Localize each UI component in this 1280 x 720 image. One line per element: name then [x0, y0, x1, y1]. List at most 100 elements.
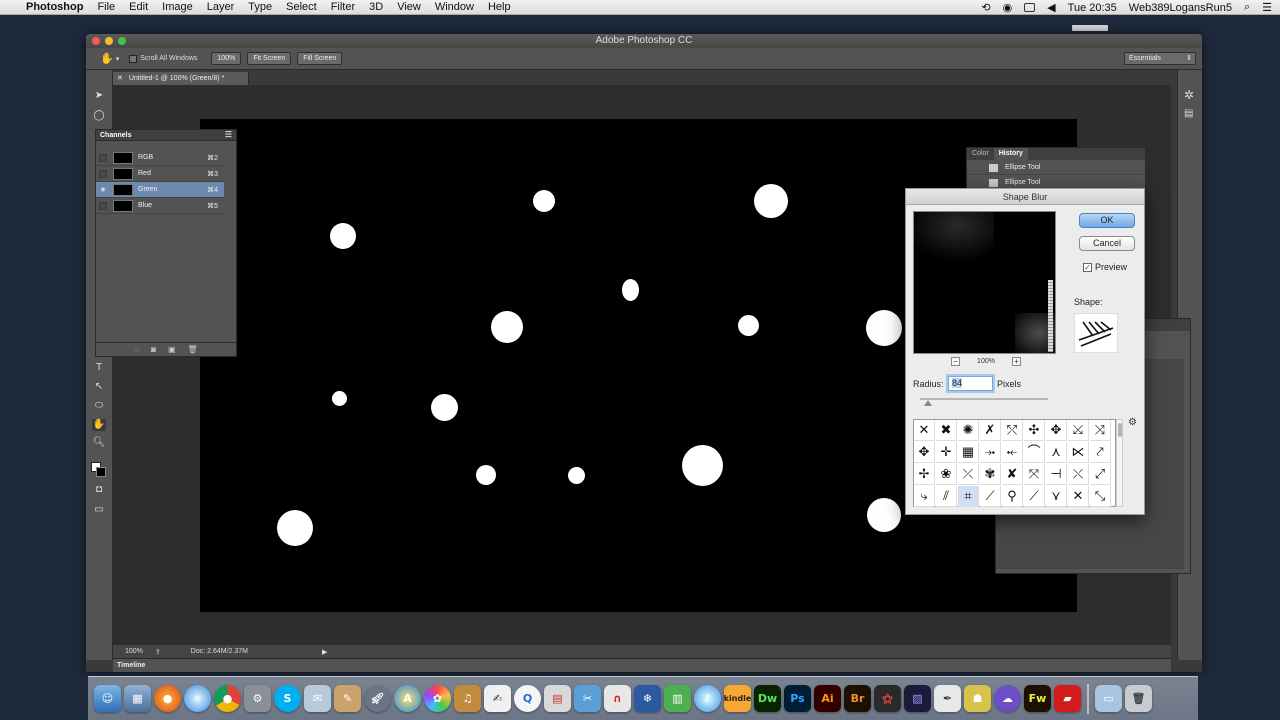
trash-icon[interactable]: 🗑︎	[1125, 685, 1152, 712]
visibility-toggle[interactable]	[99, 202, 107, 210]
skype-icon[interactable]: S	[274, 685, 301, 712]
close-window-button[interactable]	[92, 37, 100, 45]
app-store-icon[interactable]: A	[394, 685, 421, 712]
shape-option[interactable]: ⤞	[980, 442, 1001, 463]
script-editor-icon[interactable]: ✎	[334, 685, 361, 712]
mail-icon[interactable]: ✉	[304, 685, 331, 712]
status-zoom[interactable]: 100%	[125, 648, 143, 655]
terminal-icon[interactable]: ▨	[904, 685, 931, 712]
shape-option[interactable]: ⤧	[1024, 464, 1045, 485]
screen-mode-icon[interactable]: ▭	[92, 504, 106, 516]
tab-history[interactable]: History	[993, 148, 1028, 160]
menu-type[interactable]: Type	[248, 1, 272, 13]
user-menu[interactable]: Web389LogansRun5	[1129, 2, 1232, 14]
zoom-out-button[interactable]: −	[951, 356, 960, 366]
shape-option[interactable]: ⤝	[1002, 442, 1023, 463]
quicktime-icon[interactable]: Q	[514, 685, 541, 712]
visibility-toggle[interactable]	[99, 170, 107, 178]
tab-color[interactable]: Color	[967, 148, 994, 160]
eye-icon[interactable]: ◉	[99, 186, 107, 194]
shape-option[interactable]: ⋉	[1068, 442, 1089, 463]
minimize-window-button[interactable]	[105, 37, 113, 45]
shape-option[interactable]: ✢	[914, 464, 935, 485]
channel-row-green[interactable]: ◉ Green ⌘4	[96, 182, 224, 198]
shape-option[interactable]: ⤢	[1090, 464, 1111, 485]
shape-option[interactable]: ❀	[936, 464, 957, 485]
menu-view[interactable]: View	[397, 1, 421, 13]
snowflake-app-icon[interactable]: ❄	[634, 685, 661, 712]
shape-option[interactable]: ⤷	[914, 486, 935, 507]
volume-icon[interactable]: ◀	[1047, 1, 1055, 14]
photos-icon[interactable]: ✿	[424, 685, 451, 712]
delete-channel-icon[interactable]: 🗑︎	[188, 343, 198, 356]
shape-option[interactable]: ⤤	[1090, 442, 1111, 463]
finder-icon[interactable]: ☺	[94, 685, 121, 712]
path-selection-tool-icon[interactable]: ↖	[92, 381, 106, 393]
panel-menu-icon[interactable]: ☰	[225, 129, 232, 140]
shape-option[interactable]: ⤡	[1090, 486, 1111, 507]
menu-select[interactable]: Select	[286, 1, 317, 13]
calendar-icon[interactable]: ▤	[544, 685, 571, 712]
workspace-select[interactable]: Essentials ⇕	[1124, 52, 1196, 65]
menu-file[interactable]: File	[97, 1, 115, 13]
zoom-tool-icon[interactable]: 🔍︎	[92, 437, 106, 449]
downloads-folder-icon[interactable]: ▭	[1095, 685, 1122, 712]
shape-option[interactable]: ⌗	[958, 486, 979, 507]
shape-option[interactable]: ✗	[980, 420, 1001, 441]
color-wheel-icon[interactable]: ✲	[1184, 88, 1194, 102]
menu-help[interactable]: Help	[488, 1, 511, 13]
system-preferences-icon[interactable]: ⚙	[244, 685, 271, 712]
safari-icon[interactable]: ✧	[184, 685, 211, 712]
ellipse-marquee-tool-icon[interactable]: ◯	[92, 110, 106, 122]
shape-option[interactable]: ⤨	[1090, 420, 1111, 441]
quick-mask-icon[interactable]: ◘	[92, 484, 106, 496]
status-menu-arrow-icon[interactable]: ▶	[322, 648, 327, 656]
numbers-icon[interactable]: ▥	[664, 685, 691, 712]
pen-app-icon[interactable]: ✒	[934, 685, 961, 712]
shape-option[interactable]: ▦	[958, 442, 979, 463]
radius-input[interactable]: 84	[948, 376, 993, 391]
channel-row-rgb[interactable]: RGB ⌘2	[96, 150, 224, 166]
launchpad-icon[interactable]: 🚀︎	[364, 685, 391, 712]
shape-option[interactable]: ⟋	[980, 486, 1001, 507]
shape-option[interactable]: ✥	[1046, 420, 1067, 441]
save-selection-icon[interactable]: ◙	[151, 343, 156, 356]
preview-scroll-thumb[interactable]	[1048, 280, 1053, 352]
xcode-icon[interactable]: ✂	[574, 685, 601, 712]
airplay-icon[interactable]: ◉	[1003, 1, 1013, 14]
shape-option[interactable]: ⊣	[1046, 464, 1067, 485]
fill-screen-button[interactable]: Fill Screen	[297, 52, 343, 65]
fireworks-icon[interactable]: Fw	[1024, 685, 1051, 712]
shape-option[interactable]: ✘	[1002, 464, 1023, 485]
cancel-button[interactable]: Cancel	[1079, 236, 1135, 251]
shape-option[interactable]: ✕	[1068, 486, 1089, 507]
background-color-swatch[interactable]	[96, 467, 106, 477]
hand-tool-icon[interactable]: ✋	[100, 52, 114, 65]
illustrator-icon[interactable]: Ai	[814, 685, 841, 712]
timeline-panel[interactable]: Timeline	[113, 658, 1171, 672]
document-tab[interactable]: ✕ Untitled-1 @ 100% (Green/8) *	[113, 72, 249, 85]
channels-panel-header[interactable]: Channels ☰	[96, 130, 236, 141]
ok-button[interactable]: OK	[1079, 213, 1135, 228]
shape-option[interactable]: ⋎	[1046, 486, 1067, 507]
app-menu[interactable]: Photoshop	[26, 1, 83, 13]
preview-checkbox[interactable]: ✓	[1083, 262, 1092, 272]
sync-icon[interactable]: ⟲	[981, 1, 990, 14]
acrobat-icon[interactable]: ⚝	[874, 685, 901, 712]
chrome-icon[interactable]: ●	[214, 685, 241, 712]
fit-screen-button[interactable]: Fit Screen	[247, 52, 292, 65]
shape-option[interactable]: ⋏	[1046, 442, 1067, 463]
menu-edit[interactable]: Edit	[129, 1, 148, 13]
preview-app-icon[interactable]: ▦	[124, 685, 151, 712]
pdf-app-icon[interactable]: ▰	[1054, 685, 1081, 712]
shape-option[interactable]: ⟋	[1024, 486, 1045, 507]
shape-option[interactable]: ⤩	[1068, 420, 1089, 441]
shape-option[interactable]: ✾	[980, 464, 1001, 485]
shape-option[interactable]: ⤬	[1068, 464, 1089, 485]
tool-preset-chevron-icon[interactable]: ▾	[116, 55, 120, 63]
close-tab-icon[interactable]: ✕	[117, 75, 123, 82]
battery-icon[interactable]	[1024, 3, 1036, 12]
zoom-in-button[interactable]: +	[1012, 356, 1021, 366]
garageband-icon[interactable]: ♫	[454, 685, 481, 712]
textedit-icon[interactable]: ✍	[484, 685, 511, 712]
